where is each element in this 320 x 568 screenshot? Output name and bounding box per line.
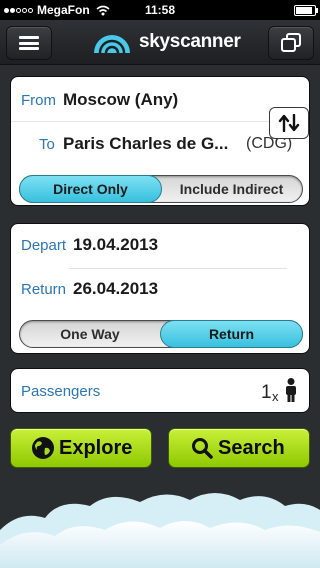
depart-field[interactable]: Depart 19.04.2013 [11, 224, 309, 268]
from-value: Moscow (Any) [63, 90, 179, 109]
explore-button[interactable]: Explore [10, 428, 152, 468]
return-field[interactable]: Return 26.04.2013 [11, 269, 309, 313]
direct-only-option[interactable]: Direct Only [19, 175, 162, 203]
globe-icon [32, 437, 54, 459]
clouds-decoration [0, 493, 320, 568]
from-label: From [21, 92, 56, 109]
dates-card: Depart 19.04.2013 Return 26.04.2013 One … [10, 223, 310, 354]
hamburger-icon [19, 36, 39, 50]
navigation-bar: skyscanner [0, 20, 320, 65]
to-value: Paris Charles de G... [63, 134, 229, 153]
from-field[interactable]: From Moscow (Any) [11, 77, 309, 121]
search-button[interactable]: Search [168, 428, 310, 468]
passenger-count: 1 [261, 382, 272, 403]
one-way-option[interactable]: One Way [20, 321, 160, 347]
explore-label: Explore [59, 437, 133, 459]
person-icon [286, 378, 296, 402]
swap-route-button[interactable] [269, 107, 309, 139]
depart-value: 19.04.2013 [73, 235, 159, 254]
passenger-multiplier: x [272, 389, 279, 404]
direct-toggle: Direct Only Include Indirect [19, 175, 303, 203]
depart-label: Depart [21, 237, 67, 254]
trip-type-toggle: One Way Return [19, 320, 303, 348]
return-label: Return [21, 281, 67, 298]
skyscanner-logo: skyscanner [88, 26, 241, 58]
cloud-logo-icon [94, 35, 130, 54]
clock: 11:58 [144, 3, 176, 17]
include-indirect-option[interactable]: Include Indirect [161, 176, 302, 202]
swap-arrows-icon [278, 114, 300, 132]
magnifier-icon [192, 438, 213, 459]
passengers-label: Passengers [21, 383, 101, 400]
to-field[interactable]: To Paris Charles de G... (CDG) [11, 121, 309, 164]
route-card: From Moscow (Any) To Paris Charles de G.… [10, 76, 310, 206]
copy-windows-icon [281, 33, 301, 52]
logo-text: skyscanner [139, 31, 241, 52]
passengers-field[interactable]: Passengers 1 x [10, 368, 310, 413]
menu-button[interactable] [6, 26, 52, 60]
search-label: Search [218, 437, 285, 459]
return-option[interactable]: Return [160, 320, 303, 348]
status-bar: MegaFon 11:58 [0, 0, 320, 20]
battery-icon [294, 5, 318, 16]
to-label: To [39, 136, 55, 153]
windows-button[interactable] [268, 26, 314, 60]
return-value: 26.04.2013 [73, 279, 159, 298]
